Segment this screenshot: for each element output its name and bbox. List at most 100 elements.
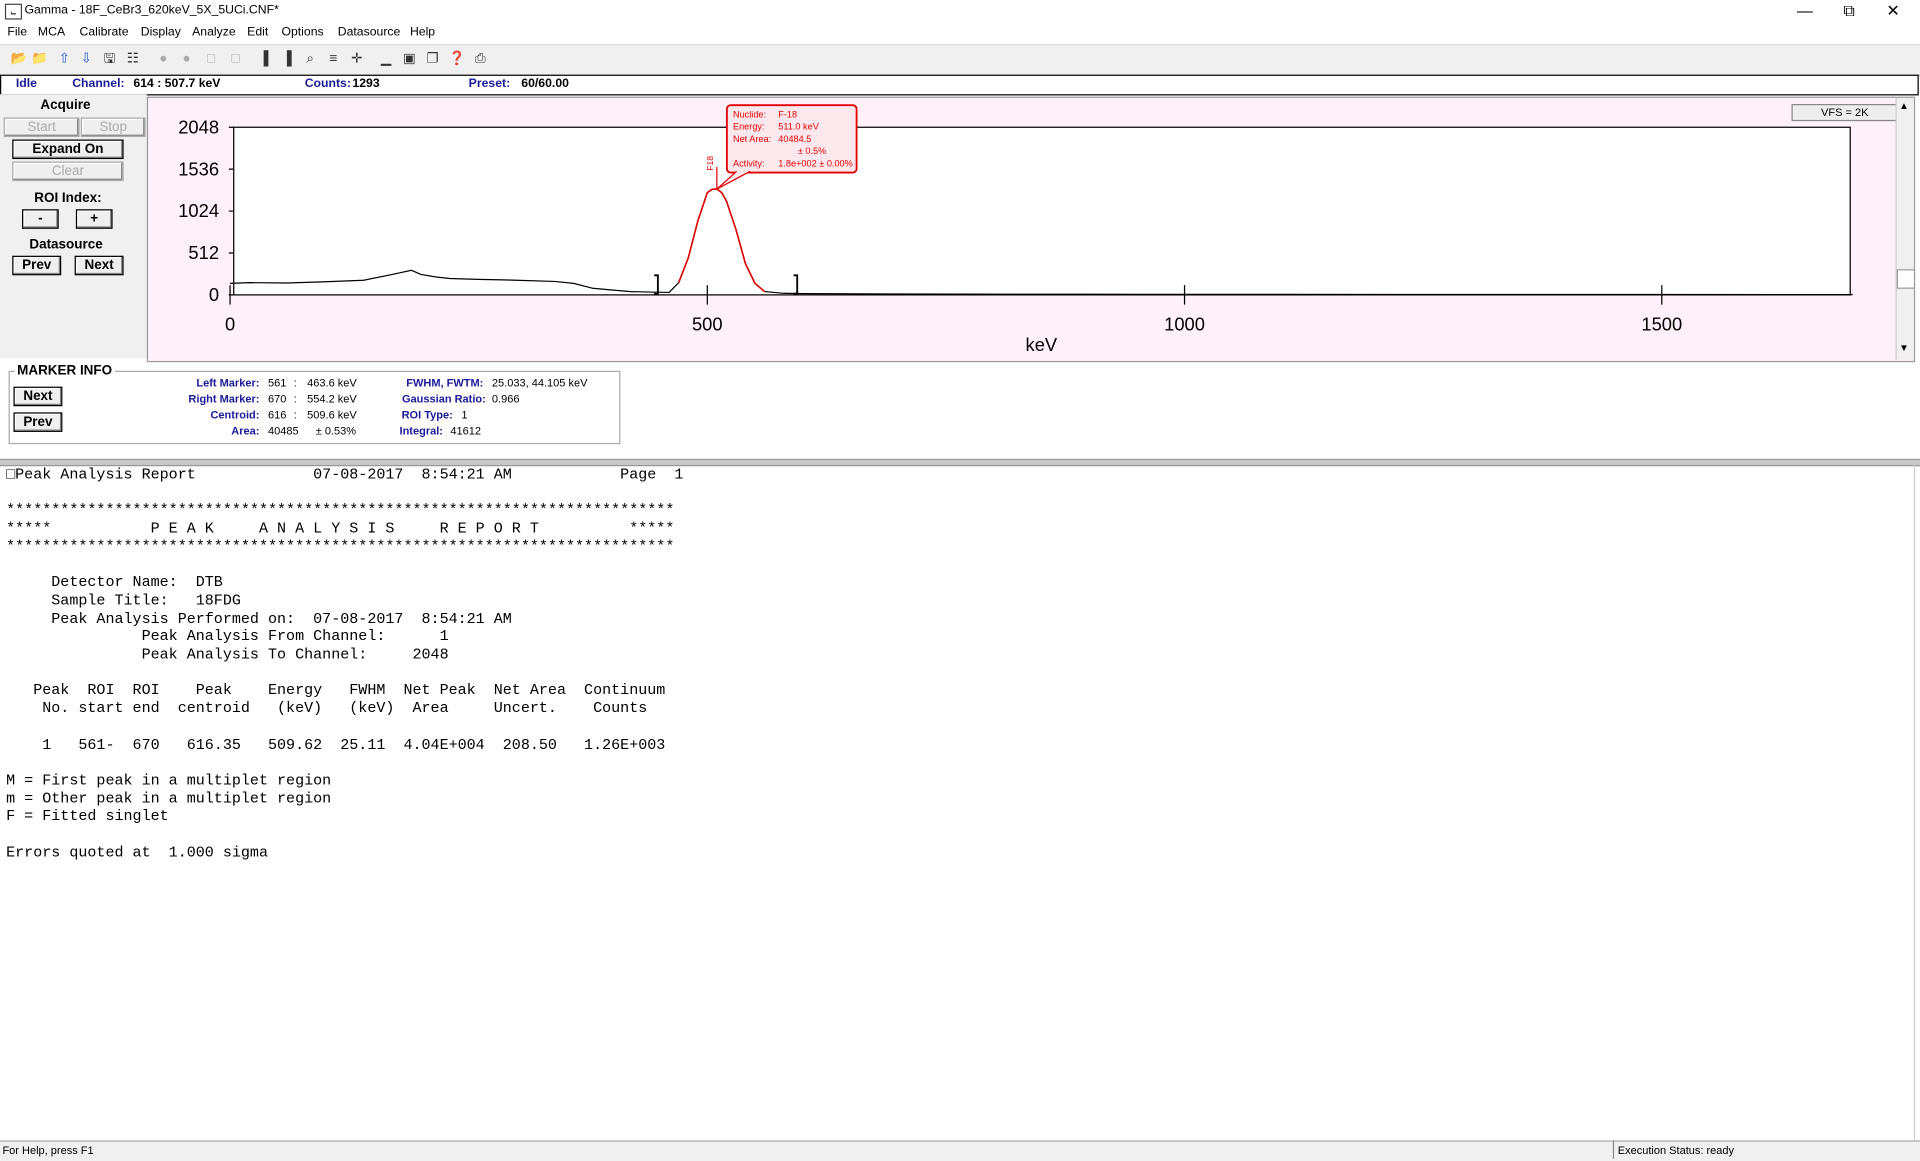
menu-display[interactable]: Display xyxy=(141,26,181,39)
spectrum-roi-icon[interactable]: ▐ xyxy=(278,50,296,68)
stop-acquire-icon[interactable]: ● xyxy=(177,50,195,68)
save-icon[interactable]: 🖫 xyxy=(100,50,118,68)
crosshair-icon[interactable]: ✛ xyxy=(348,50,366,68)
tooltip-label: Nuclide: xyxy=(733,109,766,119)
open-folder-icon[interactable]: 📂 xyxy=(10,50,28,68)
area-value: 40485 xyxy=(267,424,299,437)
peak-analysis-report[interactable]: □Peak Analysis Report 07-08-2017 8:54:21… xyxy=(6,466,1915,1139)
open-file-icon[interactable]: 📁 xyxy=(31,50,49,68)
x-tick-label: 1500 xyxy=(1641,313,1682,334)
clear-data-icon[interactable]: □ xyxy=(202,50,220,68)
scroll-down-icon[interactable]: ▼ xyxy=(1899,343,1909,354)
menu-analyze[interactable]: Analyze xyxy=(192,26,236,39)
window-title: Gamma - 18F_CeBr3_620keV_5X_5UCi.CNF* xyxy=(24,3,279,18)
area-uncertainty: ± 0.53% xyxy=(315,424,357,437)
gaussian-ratio-label: Gaussian Ratio: xyxy=(401,392,486,406)
tooltip-value: 40484.5 xyxy=(778,134,811,144)
scroll-up-icon[interactable]: ▲ xyxy=(1899,100,1909,111)
detector-icon[interactable]: ☷ xyxy=(124,50,142,68)
right-marker-energy: 554.2 keV xyxy=(307,392,357,406)
x-tick-label: 0 xyxy=(225,313,235,334)
title-bar: ⨽ Gamma - 18F_CeBr3_620keV_5X_5UCi.CNF* … xyxy=(0,0,1920,24)
mode-label: Idle xyxy=(15,77,37,91)
close-icon[interactable]: ✕ xyxy=(1871,0,1915,23)
expand-on-button[interactable]: Expand On xyxy=(12,139,124,160)
help-icon[interactable]: ❓ xyxy=(448,50,466,68)
roi-type-value: 1 xyxy=(461,408,468,421)
menu-file[interactable]: File xyxy=(7,26,27,39)
tooltip-value: 511.0 keV xyxy=(778,122,819,132)
stop-button[interactable]: Stop xyxy=(80,117,146,138)
counts-value: 1293 xyxy=(352,77,380,91)
marker-next-button[interactable]: Next xyxy=(13,386,63,407)
right-marker-channel: 670 xyxy=(267,392,287,406)
x-tick-label: 1000 xyxy=(1164,313,1205,334)
clear-button[interactable]: Clear xyxy=(12,161,124,182)
right-marker-label: Right Marker: xyxy=(188,392,260,406)
tile-window-icon[interactable]: ❐ xyxy=(423,50,441,68)
vertical-scale-scrollbar[interactable]: ▲ ▼ xyxy=(1895,97,1916,360)
centroid-sep: : xyxy=(293,408,297,421)
roi-prev-button[interactable]: - xyxy=(22,209,59,229)
acquisition-status-strip: Idle Channel: 614 : 507.7 keV Counts: 12… xyxy=(0,74,1919,96)
preset-value: 60/60.00 xyxy=(521,77,569,91)
spectrum-icon[interactable]: ▐ xyxy=(255,50,273,68)
minimize-icon[interactable]: — xyxy=(1783,0,1827,23)
spectrum-chart[interactable]: 2048 1536 1024 512 0 0 500 1000 1500 keV F18 Nuclid… xyxy=(146,96,1916,363)
y-tick-label: 512 xyxy=(188,242,219,263)
marker-prev-button[interactable]: Prev xyxy=(13,412,63,432)
arrow-up-icon[interactable]: ⇧ xyxy=(55,50,73,68)
x-tick-label: 500 xyxy=(692,313,723,334)
tooltip-value: 1.8e+002 ± 0.00% xyxy=(778,158,853,168)
menu-calibrate[interactable]: Calibrate xyxy=(80,26,129,39)
menu-help[interactable]: Help xyxy=(410,26,435,39)
spectrum-svg[interactable]: 2048 1536 1024 512 00 500 1000 1500 keV F18 Nuclid… xyxy=(148,98,1895,360)
x-axis-label: keV xyxy=(1026,334,1058,355)
menu-mca[interactable]: MCA xyxy=(38,26,65,39)
y-tick-label: 2048 xyxy=(178,116,219,137)
peak-marker-label: F18 xyxy=(705,156,715,171)
restore-icon[interactable]: ⧉ xyxy=(1827,0,1871,23)
menu-datasource[interactable]: Datasource xyxy=(338,26,401,39)
vfs-indicator[interactable]: VFS = 2K xyxy=(1791,104,1898,122)
blank-icon[interactable]: □ xyxy=(226,50,244,68)
tooltip-label: Energy: xyxy=(733,122,765,132)
toolbar: 📂 📁 ⇧ ⇩ 🖫 ☷ ● ● □ □ ▐ ▐ ⌕ ≡ ✛ ▁ ▣ ❐ ❓ ⎙ xyxy=(0,44,1920,76)
tooltip-label: Activity: xyxy=(733,158,765,168)
zoom-icon[interactable]: ⌕ xyxy=(301,50,319,68)
channel-value: 614 : 507.7 keV xyxy=(133,77,221,91)
start-button[interactable]: Start xyxy=(3,117,80,138)
menu-options[interactable]: Options xyxy=(281,26,323,39)
roi-type-label: ROI Type: xyxy=(401,408,453,421)
scroll-thumb[interactable] xyxy=(1896,269,1916,289)
help-hint: For Help, press F1 xyxy=(2,1144,94,1157)
print-icon[interactable]: ⎙ xyxy=(471,50,489,68)
area-label: Area: xyxy=(231,424,260,437)
channel-label: Channel: xyxy=(72,77,125,91)
fwhm-value: 25.033, 44.105 keV xyxy=(491,376,588,390)
counts-label: Counts: xyxy=(304,77,351,91)
menu-edit[interactable]: Edit xyxy=(247,26,268,39)
minimize-window-icon[interactable]: ▁ xyxy=(377,50,395,68)
roi-next-button[interactable]: + xyxy=(75,209,113,229)
integral-label: Integral: xyxy=(399,424,443,437)
app-icon[interactable]: ⨽ xyxy=(4,3,23,20)
preset-label: Preset: xyxy=(468,77,511,91)
menu-bar: File MCA Calibrate Display Analyze Edit … xyxy=(0,23,1920,45)
roi-index-label: ROI Index: xyxy=(34,190,102,206)
marker-info-title: MARKER INFO xyxy=(14,363,115,379)
left-marker-channel: 561 xyxy=(267,376,287,390)
report-scrollbar[interactable] xyxy=(1913,464,1920,1141)
datasource-next-button[interactable]: Next xyxy=(74,255,124,276)
centroid-energy: 509.6 keV xyxy=(307,408,357,421)
left-marker-energy: 463.6 keV xyxy=(307,376,357,390)
start-acquire-icon[interactable]: ● xyxy=(154,50,172,68)
left-marker-label: Left Marker: xyxy=(196,376,260,390)
y-tick-label: 1024 xyxy=(178,200,219,221)
layers-icon[interactable]: ≡ xyxy=(324,50,342,68)
datasource-prev-button[interactable]: Prev xyxy=(12,255,62,276)
centroid-label: Centroid: xyxy=(210,408,260,421)
arrow-down-icon[interactable]: ⇩ xyxy=(77,50,95,68)
maximize-window-icon[interactable]: ▣ xyxy=(400,50,418,68)
pane-splitter[interactable] xyxy=(0,458,1920,467)
